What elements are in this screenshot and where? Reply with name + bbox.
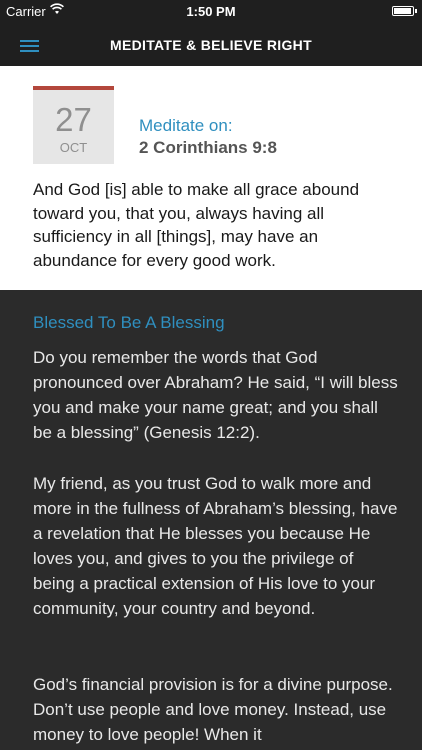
devotion-content[interactable]: Blessed To Be A Blessing Do you remember… bbox=[0, 290, 422, 750]
date-month: OCT bbox=[59, 140, 88, 155]
date-card: 27 OCT bbox=[33, 86, 114, 164]
verse-text: And God [is] able to make all grace abou… bbox=[33, 180, 360, 270]
verse-reference: 2 Corinthians 9:8 bbox=[139, 138, 277, 157]
status-bar: Carrier 1:50 PM bbox=[0, 0, 422, 22]
date-accent-bar bbox=[33, 86, 114, 90]
devotion-paragraph: God’s financial provision is for a divin… bbox=[33, 675, 393, 744]
date-day: 27 bbox=[55, 101, 92, 138]
clock: 1:50 PM bbox=[186, 4, 236, 19]
devotion-paragraph: Do you remember the words that God prono… bbox=[33, 348, 398, 442]
devotion-paragraph: My friend, as you trust God to walk more… bbox=[33, 474, 398, 618]
navigation-bar: MEDITATE & BELIEVE RIGHT bbox=[0, 22, 422, 66]
verse-header: 27 OCT Meditate on: 2 Corinthians 9:8 An… bbox=[0, 66, 422, 290]
meditate-label: Meditate on: bbox=[139, 116, 233, 135]
app-title: MEDITATE & BELIEVE RIGHT bbox=[110, 37, 312, 53]
devotion-title: Blessed To Be A Blessing bbox=[33, 313, 225, 332]
battery-icon bbox=[392, 6, 417, 16]
